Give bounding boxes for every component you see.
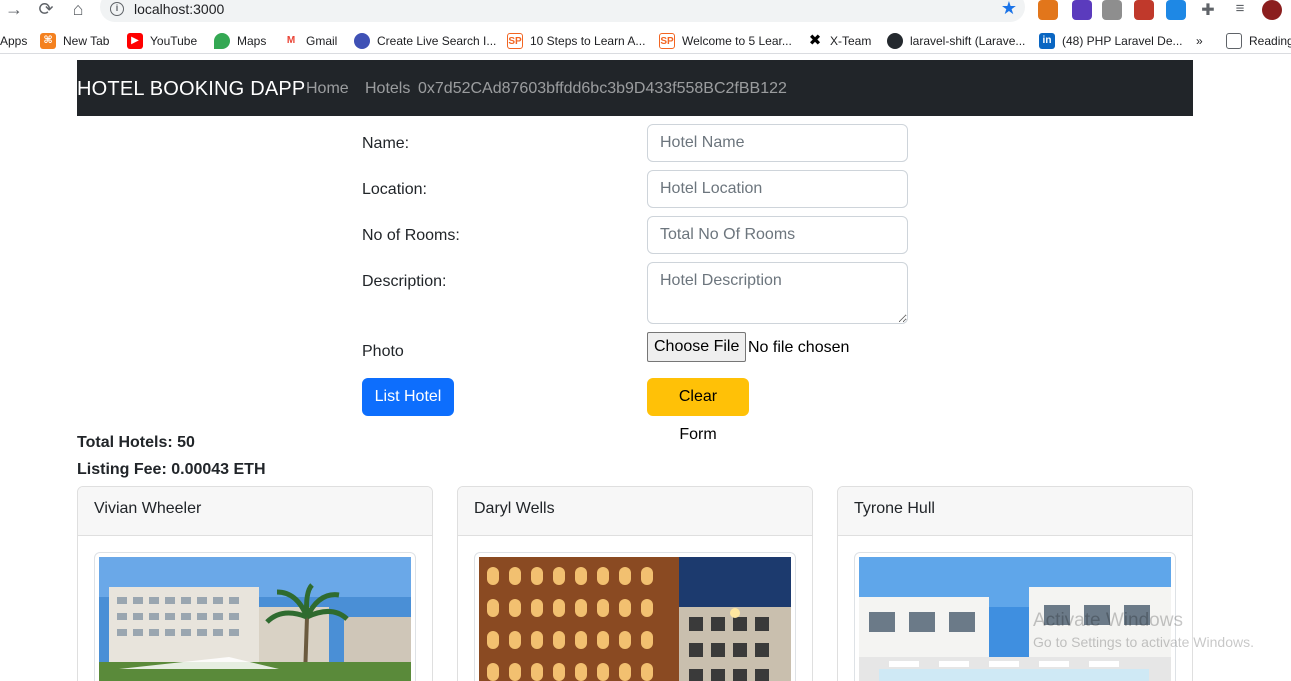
site-info-icon[interactable]: i <box>110 2 124 16</box>
location-label: Location: <box>362 181 427 198</box>
forward-icon[interactable]: → <box>4 0 24 20</box>
photo-label: Photo <box>362 343 404 360</box>
bookmark-x-team[interactable]: ✖ X-Team <box>807 31 871 51</box>
extension-icon[interactable] <box>1134 0 1154 20</box>
newtab-icon: ⌘ <box>40 33 56 49</box>
hotel-description-input[interactable] <box>647 262 908 324</box>
bookmark-apps[interactable]: Apps <box>0 31 27 51</box>
cloud-icon <box>354 33 370 49</box>
profile-avatar[interactable] <box>1262 0 1282 20</box>
nav-home-link[interactable]: Home <box>306 80 349 98</box>
list-hotel-button[interactable]: List Hotel <box>362 378 454 416</box>
hotel-photo <box>99 557 411 681</box>
url-text: localhost:3000 <box>134 1 225 17</box>
youtube-icon: ▶ <box>127 33 143 49</box>
listing-fee-text: Listing Fee: 0.00043 ETH <box>77 461 266 478</box>
vue-devtools-icon[interactable] <box>1102 0 1122 20</box>
hotel-owner-name: Vivian Wheeler <box>78 487 432 536</box>
description-label: Description: <box>362 273 447 290</box>
hotel-location-input[interactable] <box>647 170 908 208</box>
bookmark-create-live-search[interactable]: Create Live Search I... <box>354 31 496 51</box>
sp-icon: SP <box>659 33 675 49</box>
bookmark-10-steps[interactable]: SP 10 Steps to Learn A... <box>507 31 645 51</box>
media-control-icon[interactable]: ≡ <box>1230 0 1250 20</box>
hotel-card[interactable]: Daryl Wells <box>457 486 813 681</box>
puzzle-icon[interactable]: ✚ <box>1198 0 1218 20</box>
bookmark-maps[interactable]: Maps <box>214 31 266 51</box>
gmail-icon: M <box>283 33 299 49</box>
home-icon[interactable]: ⌂ <box>68 0 88 20</box>
bookmarks-bar: Apps ⌘ New Tab ▶ YouTube Maps M Gmail Creat… <box>0 28 1291 54</box>
hotel-photo-thumbnail[interactable] <box>474 552 796 681</box>
bookmark-new-tab[interactable]: ⌘ New Tab <box>40 31 109 51</box>
bookmark-laravel-shift[interactable]: laravel-shift (Larave... <box>887 31 1025 51</box>
clear-form-button[interactable]: Clear Form <box>647 378 749 443</box>
hotel-card[interactable]: Vivian Wheeler <box>77 486 433 681</box>
reading-list-button[interactable]: Reading <box>1226 31 1291 51</box>
bookmark-welcome[interactable]: SP Welcome to 5 Lear... <box>659 31 792 51</box>
hotel-photo-graphic <box>479 557 791 681</box>
sp-icon: SP <box>507 33 523 49</box>
activation-watermark-title: Activate Windows <box>1033 610 1183 631</box>
bookmark-youtube[interactable]: ▶ YouTube <box>127 31 197 51</box>
total-hotels-text: Total Hotels: 50 <box>77 434 195 451</box>
bookmark-star-icon[interactable]: ★ <box>1001 0 1017 19</box>
hotel-card[interactable]: Tyrone Hull <box>837 486 1193 681</box>
address-bar[interactable]: i localhost:3000 ★ <box>100 0 1025 22</box>
hotel-owner-name: Tyrone Hull <box>838 487 1192 536</box>
x-icon: ✖ <box>807 32 823 49</box>
metamask-icon[interactable] <box>1038 0 1058 20</box>
hotel-photo <box>479 557 791 681</box>
choose-file-button[interactable]: Choose File <box>647 332 747 362</box>
bookmark-php-laravel[interactable]: in (48) PHP Laravel De... <box>1039 31 1183 51</box>
nav-hotels-link[interactable]: Hotels <box>365 80 410 98</box>
hotel-rooms-input[interactable] <box>647 216 908 254</box>
reading-list-icon <box>1226 33 1242 49</box>
name-label: Name: <box>362 135 410 152</box>
navbar-brand[interactable]: HOTEL BOOKING DAPP <box>77 78 305 101</box>
file-status-text: No file chosen <box>748 339 850 356</box>
github-icon <box>887 33 903 49</box>
hotel-photo-graphic <box>99 557 411 681</box>
activation-watermark-subtitle: Go to Settings to activate Windows. <box>1033 634 1254 650</box>
hotel-name-input[interactable] <box>647 124 908 162</box>
hotel-photo-thumbnail[interactable] <box>94 552 416 681</box>
bookmark-gmail[interactable]: M Gmail <box>283 31 337 51</box>
hotel-owner-name: Daryl Wells <box>458 487 812 536</box>
rooms-label: No of Rooms: <box>362 227 460 244</box>
fi-extension-icon[interactable] <box>1166 0 1186 20</box>
browser-toolbar: → ⟳ ⌂ i localhost:3000 ★ ✚ ≡ <box>0 0 1291 22</box>
extension-badge-icon[interactable] <box>1072 0 1092 20</box>
bookmarks-overflow-button[interactable]: » <box>1196 31 1203 51</box>
linkedin-icon: in <box>1039 33 1055 49</box>
reload-icon[interactable]: ⟳ <box>36 0 56 20</box>
account-address: 0x7d52CAd87603bffdd6bc3b9D433f558BC2fBB1… <box>418 80 787 97</box>
navbar: HOTEL BOOKING DAPP Home Hotels 0x7d52CAd… <box>77 60 1193 116</box>
maps-icon <box>214 33 230 49</box>
